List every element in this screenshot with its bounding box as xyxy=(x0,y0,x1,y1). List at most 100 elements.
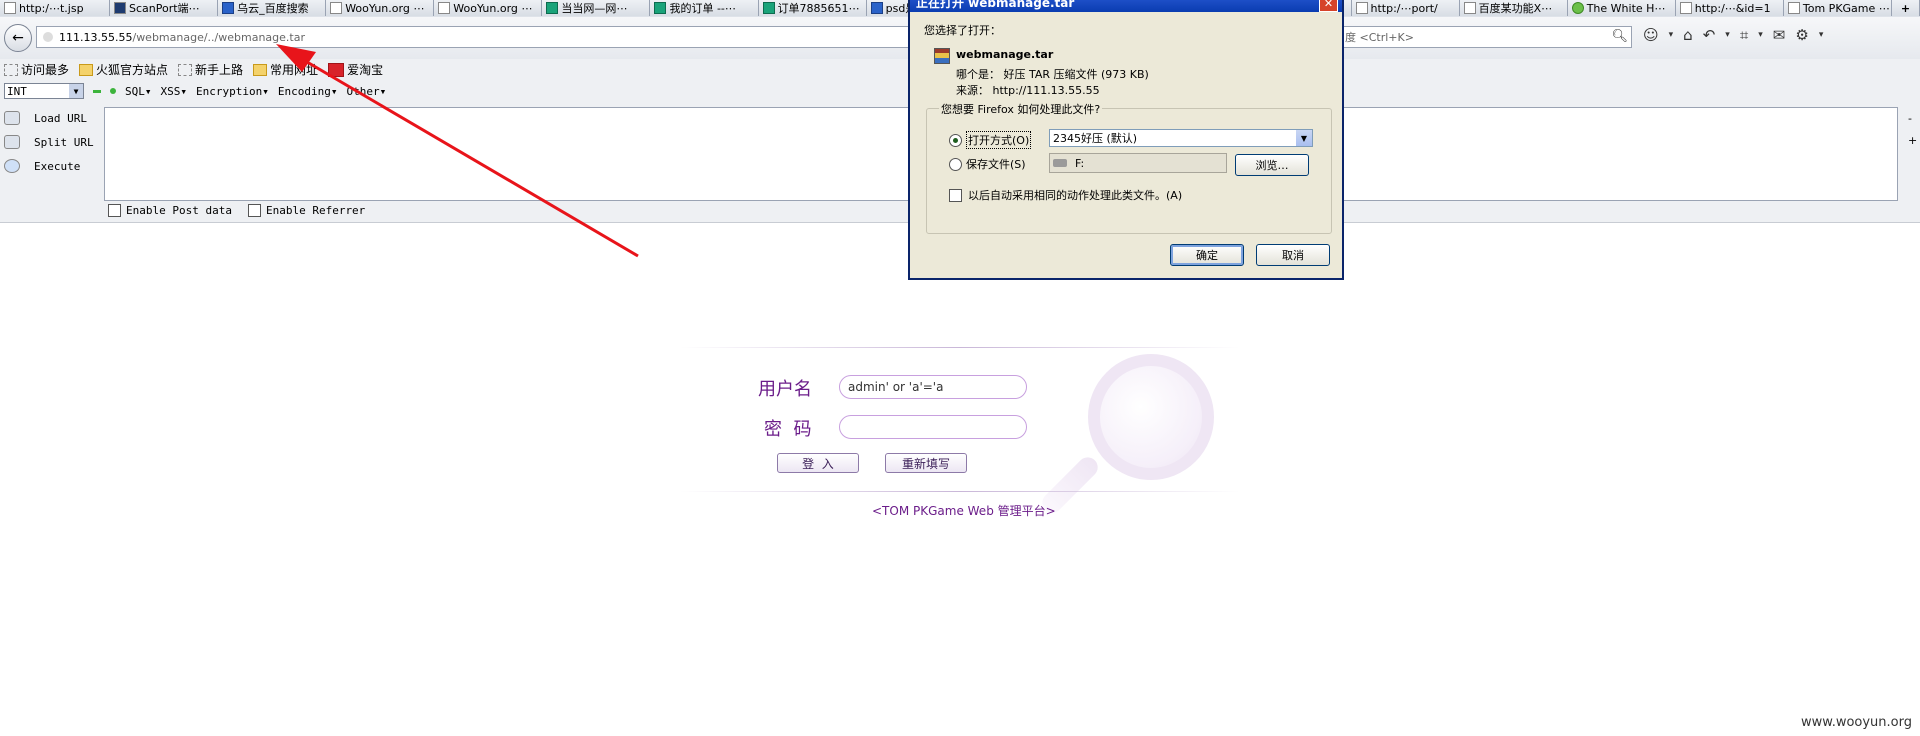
dropdown-icon[interactable]: ▾ xyxy=(1725,30,1730,40)
dangdang-icon xyxy=(654,2,667,14)
url-path: /webmanage/../webmanage.tar xyxy=(132,30,305,44)
save-file-radio[interactable]: 保存文件(S) xyxy=(949,156,1026,172)
open-with-value: 2345好压 (默认) xyxy=(1053,132,1138,145)
reset-button[interactable]: 重新填写 xyxy=(885,453,967,473)
page-icon xyxy=(1787,2,1800,14)
tab-label: 订单7885651⋯ xyxy=(777,2,860,15)
tab-label: WooYun.org ⋯ xyxy=(345,1,425,15)
globe-icon xyxy=(1571,2,1584,14)
tab-13[interactable]: http:/⋯&id=1 xyxy=(1675,0,1784,16)
dropdown-icon[interactable]: ▾ xyxy=(1819,30,1824,40)
tab-label: The White H⋯ xyxy=(1586,1,1666,15)
menu-xss[interactable]: XSS▾ xyxy=(161,85,188,98)
bookmark-2[interactable]: 新手上路 xyxy=(178,61,243,78)
open-with-label: 打开方式(O) xyxy=(966,131,1032,149)
int-select-value: INT xyxy=(7,84,27,98)
url-bar[interactable]: 111.13.55.55/webmanage/../webmanage.tar xyxy=(36,26,1036,48)
bookmark-4[interactable]: 爱淘宝 xyxy=(328,61,383,78)
page-icon xyxy=(330,2,343,14)
cancel-button[interactable]: 取消 xyxy=(1256,244,1330,266)
remember-checkbox[interactable]: 以后自动采用相同的动作处理此类文件。(A) xyxy=(949,187,1182,203)
search-bar[interactable]: 度 <Ctrl+K> 🔍︎ xyxy=(1340,26,1632,48)
tab-3[interactable]: WooYun.org ⋯ xyxy=(326,0,435,16)
page-icon xyxy=(438,2,451,14)
bookmark-label: 常用网址 xyxy=(270,63,319,77)
extension-icon[interactable]: ⚙ xyxy=(1795,26,1808,44)
search-icon[interactable]: 🔍︎ xyxy=(1611,29,1628,44)
page-icon xyxy=(4,63,18,76)
new-tab-button[interactable]: + xyxy=(1891,0,1920,16)
username-label: 用户名 xyxy=(758,379,812,400)
execute-button[interactable]: Execute xyxy=(0,154,100,178)
ok-button[interactable]: 确定 xyxy=(1170,244,1244,266)
dialog-file-source: 来源： http://111.13.55.55 xyxy=(956,84,1100,97)
int-select[interactable]: INT ▼ xyxy=(4,83,84,99)
grow-button[interactable]: + xyxy=(1908,130,1917,152)
dangdang-icon xyxy=(546,2,559,14)
action-group: 您想要 Firefox 如何处理此文件? 打开方式(O) 2345好压 (默认)… xyxy=(926,101,1332,234)
menu-encoding[interactable]: Encoding▾ xyxy=(278,85,338,98)
browse-button[interactable]: 浏览… xyxy=(1235,154,1309,176)
crop-icon[interactable]: ⌗ xyxy=(1740,26,1748,44)
open-file-dialog: 正在打开 webmanage.tar ✕ 您选择了打开： webmanage.t… xyxy=(908,0,1344,280)
enable-referrer-checkbox[interactable]: Enable Referrer xyxy=(247,204,366,217)
bookmark-0[interactable]: 访问最多 xyxy=(4,61,69,78)
menu-other[interactable]: Other▾ xyxy=(346,85,386,98)
tab-12[interactable]: The White H⋯ xyxy=(1567,0,1676,16)
toolbar-icons: ☺ ▾ ⌂ ↶ ▾ ⌗ ▾ ✉ ⚙ ▾ xyxy=(1643,26,1823,44)
shrink-button[interactable]: - xyxy=(1908,108,1917,130)
addon-icon[interactable]: ☺ xyxy=(1643,26,1659,44)
url-host: 111.13.55.55 xyxy=(59,30,133,44)
tab-label: http:/⋯&id=1 xyxy=(1694,1,1771,15)
dialog-title: 正在打开 webmanage.tar xyxy=(916,0,1075,10)
dialog-file-type: 哪个是： 好压 TAR 压缩文件 (973 KB) xyxy=(956,68,1149,81)
tab-4[interactable]: WooYun.org ⋯ xyxy=(434,0,543,16)
tab-11[interactable]: 百度某功能X⋯ xyxy=(1459,0,1568,16)
baidu-icon xyxy=(870,2,883,14)
tab-0[interactable]: http:/⋯t.jsp xyxy=(0,0,110,16)
tab-2[interactable]: 乌云_百度搜索 xyxy=(218,0,327,16)
page-icon xyxy=(1355,2,1368,14)
minus-icon[interactable] xyxy=(93,89,101,93)
menu-sql[interactable]: SQL▾ xyxy=(125,85,152,98)
taobao-icon xyxy=(328,62,345,77)
split-url-button[interactable]: Split URL xyxy=(0,130,100,154)
load-url-button[interactable]: Load URL xyxy=(0,106,100,130)
bookmark-1[interactable]: 火狐官方站点 xyxy=(79,61,168,78)
bookmark-label: 爱淘宝 xyxy=(347,63,384,77)
action-question: 您想要 Firefox 如何处理此文件? xyxy=(939,101,1103,117)
enable-referrer-label: Enable Referrer xyxy=(265,204,366,217)
folder-icon xyxy=(79,63,94,76)
plus-icon[interactable] xyxy=(110,88,116,94)
tab-7[interactable]: 订单7885651⋯ xyxy=(758,0,867,16)
page-icon xyxy=(178,63,193,76)
tab-label: WooYun.org ⋯ xyxy=(453,1,533,15)
execute-label: Execute xyxy=(34,159,81,173)
chat-icon[interactable]: ✉ xyxy=(1773,26,1786,44)
hackbar-resize: - + xyxy=(1908,108,1917,152)
open-with-radio[interactable]: 打开方式(O) xyxy=(949,131,1032,149)
close-icon[interactable]: ✕ xyxy=(1319,0,1338,12)
tab-5[interactable]: 当当网—网⋯ xyxy=(542,0,651,16)
menu-encryption[interactable]: Encryption▾ xyxy=(196,85,269,98)
tab-6[interactable]: 我的订单 --⋯ xyxy=(650,0,759,16)
tab-14[interactable]: Tom PKGame ⋯ xyxy=(1783,0,1892,16)
hackbar-options: Enable Post data Enable Referrer xyxy=(108,204,365,217)
checkbox-box xyxy=(247,204,261,217)
undo-icon[interactable]: ↶ xyxy=(1703,26,1716,44)
dropdown-icon[interactable]: ▾ xyxy=(1669,30,1674,40)
password-input[interactable] xyxy=(839,415,1027,439)
enable-post-checkbox[interactable]: Enable Post data xyxy=(108,204,232,217)
tab-1[interactable]: ScanPort端⋯ xyxy=(110,0,219,16)
login-button[interactable]: 登 入 xyxy=(777,453,859,473)
dropdown-icon[interactable]: ▾ xyxy=(1758,30,1763,40)
open-with-select[interactable]: 2345好压 (默认) ▼ xyxy=(1049,129,1313,147)
home-icon[interactable]: ⌂ xyxy=(1683,26,1693,44)
username-input[interactable]: admin' or 'a'='a xyxy=(839,375,1027,399)
platform-footer: <TOM PKGame Web 管理平台> xyxy=(872,504,1056,518)
tab-10[interactable]: http:/⋯port/ xyxy=(1351,0,1460,16)
search-placeholder: 度 <Ctrl+K> xyxy=(1345,31,1414,44)
radio-dot xyxy=(949,133,962,147)
back-button[interactable]: ← xyxy=(4,24,32,52)
bookmark-3[interactable]: 常用网址 xyxy=(253,61,318,78)
